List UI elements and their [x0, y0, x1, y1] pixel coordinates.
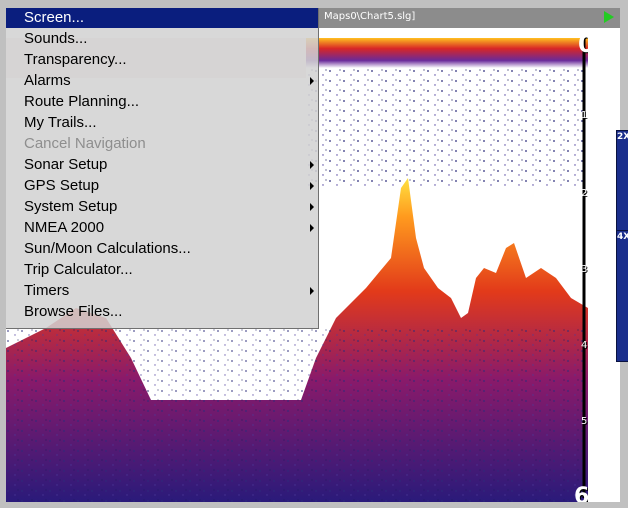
submenu-arrow-icon	[310, 182, 314, 190]
menu-item-alarms[interactable]: Alarms	[6, 71, 318, 91]
menu-item-label: Trip Calculator...	[24, 261, 133, 278]
menu-item-label: Route Planning...	[24, 93, 140, 110]
menu-item-my-trails[interactable]: My Trails...	[6, 113, 318, 133]
menu-item-label: System Setup	[24, 198, 118, 215]
submenu-arrow-icon	[310, 287, 314, 295]
menu-item-transparency[interactable]: Transparency...	[6, 50, 318, 70]
title-path: Maps0\Chart5.slg]	[324, 11, 416, 22]
depth-bottom-label: 60	[574, 484, 588, 502]
menu-item-screen[interactable]: Screen...	[6, 8, 318, 28]
menu-item-nmea-2000[interactable]: NMEA 2000	[6, 218, 318, 238]
zoom-bar-2x[interactable]: 2X	[616, 130, 628, 232]
menu-item-route-planning[interactable]: Route Planning...	[6, 92, 318, 112]
menu-item-label: NMEA 2000	[24, 219, 105, 236]
sonar-display-window: Maps0\Chart5.slg] 0 1 2 3 4 5 6 2X 4X Sc…	[0, 0, 628, 508]
menu-item-label: Sun/Moon Calculations...	[24, 240, 191, 257]
menu-item-label: My Trails...	[24, 114, 97, 131]
menu-item-label: GPS Setup	[24, 177, 100, 194]
submenu-arrow-icon	[310, 224, 314, 232]
menu-item-sounds[interactable]: Sounds...	[6, 29, 318, 49]
depth-tick-label: 10	[581, 110, 588, 121]
depth-tick-label: 40	[581, 340, 588, 351]
menu-item-label: Transparency...	[24, 51, 127, 68]
menu-item-label: Cancel Navigation	[24, 135, 146, 152]
submenu-arrow-icon	[310, 77, 314, 85]
zoom-bar-4x[interactable]: 4X	[616, 230, 628, 362]
menu-item-sun-moon-calculations[interactable]: Sun/Moon Calculations...	[6, 239, 318, 259]
menu-item-label: Timers	[24, 282, 70, 299]
menu-item-label: Sonar Setup	[24, 156, 108, 173]
menu-item-label: Sounds...	[24, 30, 88, 47]
depth-top-label: 0	[578, 30, 588, 58]
menu-item-trip-calculator[interactable]: Trip Calculator...	[6, 260, 318, 280]
main-menu: Screen... Sounds... Transparency... Alar…	[6, 8, 319, 329]
depth-tick-label: 30	[581, 264, 588, 275]
menu-item-label: Alarms	[24, 72, 71, 89]
menu-item-gps-setup[interactable]: GPS Setup	[6, 176, 318, 196]
depth-tick-label: 50	[581, 416, 588, 427]
menu-item-sonar-setup[interactable]: Sonar Setup	[6, 155, 318, 175]
zoom-label: 4X	[617, 232, 628, 242]
menu-item-label: Screen...	[24, 9, 85, 26]
menu-item-label: Browse Files...	[24, 303, 123, 320]
zoom-label: 2X	[617, 132, 628, 142]
play-icon[interactable]	[604, 11, 614, 23]
submenu-arrow-icon	[310, 161, 314, 169]
menu-item-timers[interactable]: Timers	[6, 281, 318, 301]
menu-item-system-setup[interactable]: System Setup	[6, 197, 318, 217]
menu-item-cancel-navigation: Cancel Navigation	[6, 134, 318, 154]
depth-tick-label: 20	[581, 188, 588, 199]
submenu-arrow-icon	[310, 203, 314, 211]
menu-item-browse-files[interactable]: Browse Files...	[6, 302, 318, 322]
